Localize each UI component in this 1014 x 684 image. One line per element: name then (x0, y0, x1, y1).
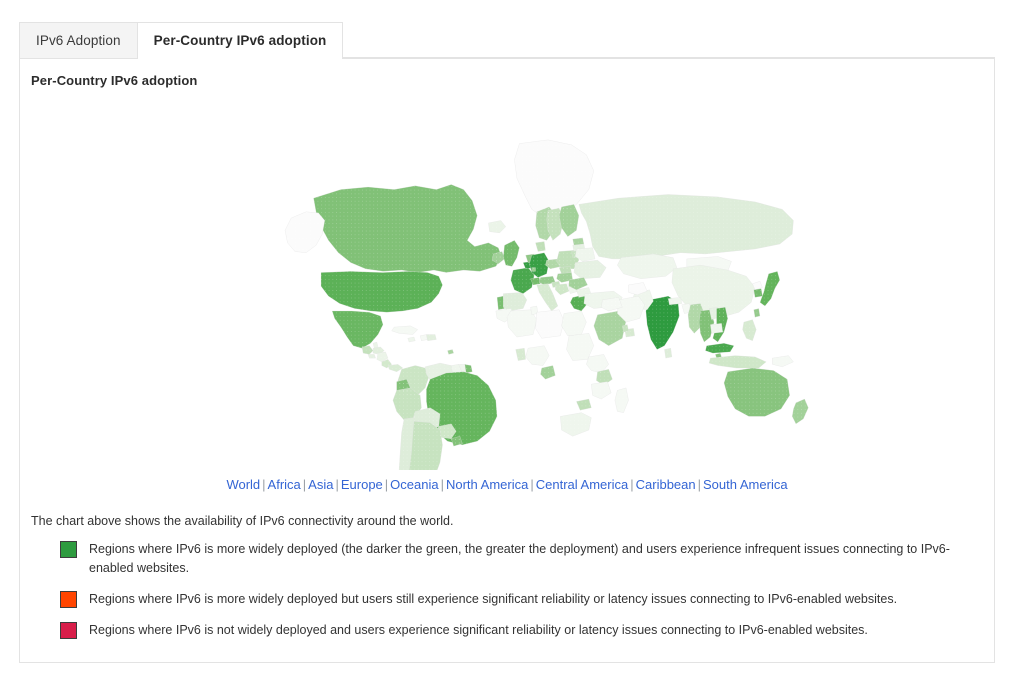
link-separator: | (440, 477, 444, 492)
tab-label: Per-Country IPv6 adoption (153, 33, 327, 48)
map-country-alaska[interactable]: Alaska (284, 211, 325, 253)
map-country-madagascar[interactable]: Madagascar — 1% (614, 387, 629, 413)
legend-row: Regions where IPv6 is more widely deploy… (60, 540, 994, 578)
map-country-dominican-republic[interactable]: Dominican Republic — 5% (426, 334, 437, 341)
link-separator: | (697, 477, 702, 492)
tab-bar: IPv6 Adoption Per-Country IPv6 adoption (19, 22, 995, 60)
map-country-ukraine[interactable]: Ukraine — 4% (573, 260, 607, 279)
map-country-tanzania[interactable]: Tanzania — 1% (591, 381, 612, 400)
chart-caption: The chart above shows the availability o… (31, 514, 454, 528)
region-link-europe[interactable]: Europe (341, 477, 383, 492)
page-title: Per-Country IPv6 adoption (31, 73, 198, 88)
map-country-indonesia[interactable]: Indonesia — 10% (708, 355, 767, 369)
map-country-france[interactable]: France — 52% (510, 267, 535, 294)
map-country-croatia[interactable]: Croatia — 10% (555, 283, 570, 296)
map-country-australia[interactable]: Australia — 30% (723, 367, 790, 417)
region-link-caribbean[interactable]: Caribbean (636, 477, 696, 492)
map-country-spain[interactable]: Spain — 6% (503, 292, 527, 312)
link-separator: | (335, 477, 339, 492)
map-country-sri-lanka[interactable]: Sri Lanka — 6% (664, 348, 673, 359)
link-separator: | (262, 477, 266, 492)
legend: Regions where IPv6 is more widely deploy… (20, 529, 994, 640)
region-link-central-america[interactable]: Central America (536, 477, 628, 492)
map-country-united-kingdom[interactable]: United Kingdom — 38% (503, 240, 520, 267)
map-country-el-salvador[interactable]: El Salvador — 4% (367, 354, 376, 359)
map-country-panama[interactable]: Panama — 7% (387, 364, 403, 372)
map-country-nigeria[interactable]: Nigeria — 1% (525, 345, 550, 366)
link-separator: | (630, 477, 634, 492)
world-choropleth-map[interactable]: Greenland — 0%Canada — 33%AlaskaUnited S… (197, 90, 817, 470)
map-country-iceland[interactable]: Iceland — 3% (488, 220, 506, 234)
map-country-guatemala[interactable]: Guatemala — 13% (361, 345, 374, 355)
legend-label: Regions where IPv6 is more widely deploy… (89, 542, 950, 575)
region-link-south-america[interactable]: South America (703, 477, 788, 492)
region-link-africa[interactable]: Africa (268, 477, 301, 492)
map-country-japan[interactable]: Japan — 45% (759, 271, 780, 307)
region-link-oceania[interactable]: Oceania (390, 477, 438, 492)
map-country-denmark[interactable]: Denmark — 14% (535, 241, 546, 252)
map-country-belize[interactable]: Belize — 3% (372, 341, 379, 349)
map-country-sudan[interactable]: Sudan — 1% (566, 333, 594, 361)
map-country-taiwan[interactable]: Taiwan — 26% (753, 308, 761, 318)
map-country-malaysia[interactable]: Malaysia — 52% (705, 343, 735, 354)
tab-label: IPv6 Adoption (36, 33, 121, 48)
map-country-ghana[interactable]: Ghana — 8% (515, 348, 526, 361)
world-map-container: Greenland — 0%Canada — 33%AlaskaUnited S… (20, 90, 994, 472)
map-country-zimbabwe[interactable]: Zimbabwe — 14% (576, 398, 592, 411)
map-country-qatar[interactable]: Qatar — 12% (622, 324, 629, 333)
map-country-cambodia[interactable]: Cambodia — 2% (710, 323, 723, 334)
map-country-united-states[interactable]: United States — 47% (320, 271, 443, 313)
map-country-libya[interactable]: Libya — 0% (535, 309, 565, 339)
map-country-south-korea[interactable]: South Korea — 38% (753, 288, 763, 298)
map-country-french-guiana[interactable]: French Guiana — 35% (464, 364, 473, 374)
map-country-canada[interactable]: Canada — 33% (313, 184, 503, 273)
map-country-kazakhstan[interactable]: Kazakhstan — 2% (617, 253, 678, 279)
map-country-italy[interactable]: Italy — 8% (536, 283, 558, 312)
legend-swatch-green (60, 541, 77, 558)
map-country-finland[interactable]: Finland — 22% (558, 204, 580, 237)
legend-swatch-orange (60, 591, 77, 608)
tab-ipv6-adoption[interactable]: IPv6 Adoption (19, 22, 137, 58)
map-country-gabon[interactable]: Gabon — 22% (540, 365, 556, 380)
legend-label: Regions where IPv6 is not widely deploye… (89, 623, 868, 637)
map-country-trinidad-and-tobago[interactable]: Trinidad and Tobago — 20% (447, 349, 454, 355)
map-country-russia[interactable]: Russia — 6% (578, 194, 794, 260)
legend-label: Regions where IPv6 is more widely deploy… (89, 592, 898, 606)
map-country-egypt[interactable]: Egypt — 1% (561, 310, 587, 336)
ipv6-panel: IPv6 Adoption Per-Country IPv6 adoption … (19, 22, 995, 663)
region-link-north-america[interactable]: North America (446, 477, 528, 492)
tab-bar-filler (343, 22, 995, 58)
map-country-luxembourg[interactable]: Luxembourg — 24% (531, 267, 536, 272)
legend-row: Regions where IPv6 is more widely deploy… (60, 590, 994, 609)
region-link-asia[interactable]: Asia (308, 477, 333, 492)
map-country-nepal[interactable]: Nepal — 2% (668, 297, 682, 305)
map-country-south-africa[interactable]: South Africa — 2% (560, 412, 592, 437)
map-country-philippines[interactable]: Philippines — 8% (742, 319, 757, 341)
legend-row: Regions where IPv6 is not widely deploye… (60, 621, 994, 640)
region-link-world[interactable]: World (226, 477, 260, 492)
map-country-argentina[interactable]: Argentina — 12% (409, 421, 443, 470)
map-country-new-zealand[interactable]: New Zealand — 22% (792, 398, 809, 424)
map-country-papua-new-guinea[interactable]: Papua New Guinea — 1% (772, 355, 794, 367)
tab-per-country-ipv6-adoption[interactable]: Per-Country IPv6 adoption (136, 22, 344, 60)
region-links: World | Africa | Asia | Europe | Oceania | North A… (20, 476, 994, 494)
legend-swatch-crimson (60, 622, 77, 639)
panel-body: Per-Country IPv6 adoption Greenland — 0%… (19, 59, 995, 663)
map-country-jamaica[interactable]: Jamaica — 2% (407, 336, 416, 343)
link-separator: | (530, 477, 534, 492)
map-country-cuba[interactable]: Cuba — 1% (391, 325, 418, 335)
